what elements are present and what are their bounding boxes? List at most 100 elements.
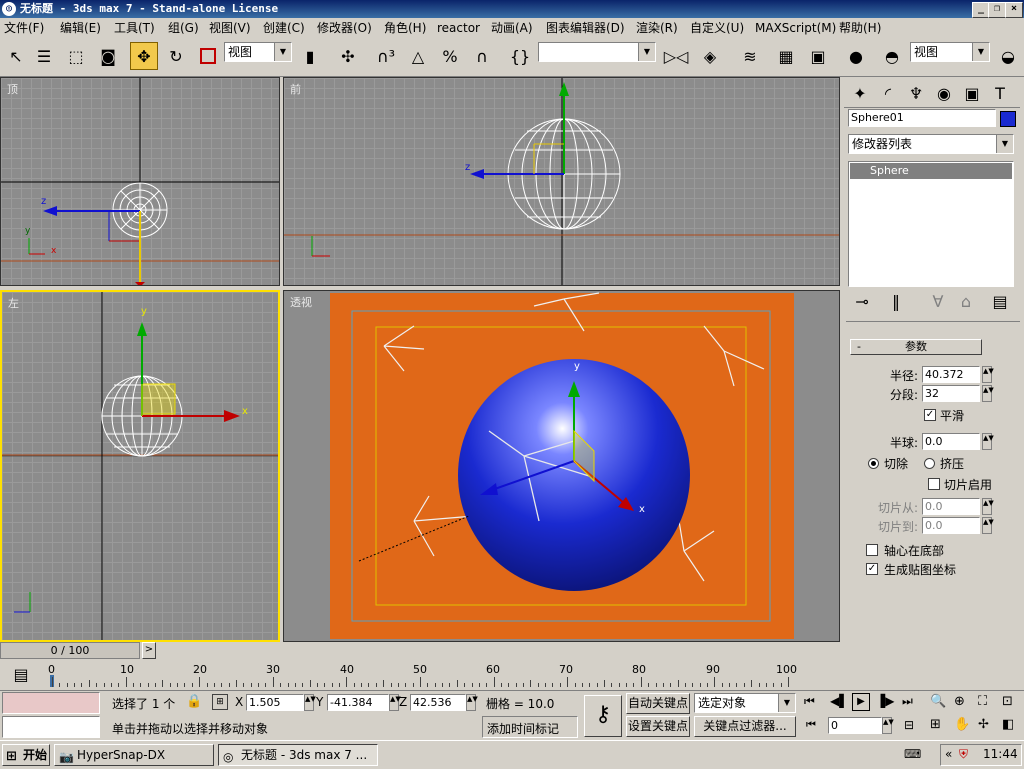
slice-from-input[interactable]: 0.0 <box>922 498 980 515</box>
quick-render-icon[interactable]: ◒ <box>994 42 1022 70</box>
menu-views[interactable]: 视图(V) <box>209 20 251 36</box>
material-editor-icon[interactable]: ● <box>842 42 870 70</box>
viewport-left[interactable]: 左 y x <box>0 290 280 642</box>
menu-customize[interactable]: 自定义(U) <box>690 20 744 36</box>
menu-reactor[interactable]: reactor <box>437 20 480 36</box>
next-frame-button[interactable]: > <box>142 642 156 659</box>
y-coordinate-input[interactable]: -41.384 <box>327 694 389 711</box>
radius-spinner[interactable]: ▲▼ <box>982 366 994 383</box>
next-key-icon[interactable]: ▐▶ <box>876 694 894 708</box>
select-manipulate-icon[interactable]: ✣ <box>334 42 362 70</box>
modify-tab-icon[interactable]: ◜ <box>874 79 902 107</box>
gen-map-coords-checkbox[interactable]: ✓ <box>866 563 878 575</box>
lock-selection-icon[interactable]: 🔒 <box>186 694 202 709</box>
viewport-label[interactable]: 前 <box>290 81 301 97</box>
absolute-mode-icon[interactable]: ⊞ <box>212 694 228 710</box>
hemisphere-input[interactable]: 0.0 <box>922 433 980 450</box>
menu-help[interactable]: 帮助(H) <box>839 20 881 36</box>
named-selection-dropdown[interactable]: ▼ <box>538 42 656 62</box>
select-scale-icon[interactable] <box>194 42 222 70</box>
percent-snap-icon[interactable]: % <box>436 42 464 70</box>
smooth-checkbox[interactable]: ✓ <box>924 409 936 421</box>
select-move-icon[interactable]: ✥ <box>130 42 158 70</box>
frame-spinner[interactable]: ▲▼ <box>882 717 894 734</box>
render-scene-icon[interactable]: ◓ <box>878 42 906 70</box>
create-tab-icon[interactable]: ✦ <box>846 79 874 107</box>
auto-key-button[interactable]: 自动关键点 <box>626 693 690 714</box>
goto-end-icon[interactable]: ⏭ <box>902 694 913 709</box>
utilities-tab-icon[interactable]: T <box>986 79 1014 107</box>
security-shield-icon[interactable]: ⛨ <box>959 747 968 762</box>
slice-to-spinner[interactable]: ▲▼ <box>982 517 994 534</box>
key-selection-dropdown[interactable]: 选定对象 ▼ <box>694 693 796 713</box>
menu-graph-editors[interactable]: 图表编辑器(D) <box>546 20 625 36</box>
edit-named-selection-icon[interactable]: {} <box>506 42 534 70</box>
render-view-dropdown[interactable]: 视图 ▼ <box>910 42 990 62</box>
motion-tab-icon[interactable]: ◉ <box>930 79 958 107</box>
maximize-button[interactable]: ❐ <box>988 2 1006 18</box>
segments-spinner[interactable]: ▲▼ <box>982 385 994 402</box>
menu-file[interactable]: 文件(F) <box>4 20 44 36</box>
viewport-label[interactable]: 左 <box>8 295 19 311</box>
curve-editor-icon[interactable]: ▦ <box>772 42 800 70</box>
y-spinner[interactable]: ▲▼ <box>389 694 401 711</box>
keyboard-icon[interactable]: ⌨ <box>904 747 921 761</box>
stack-item-sphere[interactable]: Sphere <box>850 163 1012 179</box>
menu-group[interactable]: 组(G) <box>168 20 199 36</box>
window-crossing-icon[interactable]: ◙ <box>94 42 122 70</box>
task-hypersnap[interactable]: 📷 HyperSnap-DX <box>54 744 214 766</box>
x-spinner[interactable]: ▲▼ <box>304 694 316 711</box>
snap-3d-icon[interactable]: ∩³ <box>372 42 400 70</box>
max-viewport-toggle-icon[interactable]: ◧ <box>1002 717 1014 732</box>
set-key-button[interactable]: 设置关键点 <box>626 716 690 737</box>
configure-sets-icon[interactable]: ▤ <box>986 291 1014 311</box>
viewport-top[interactable]: 顶 z x y <box>0 77 280 286</box>
slice-on-checkbox[interactable] <box>928 478 940 490</box>
arc-rotate-icon[interactable]: ✢ <box>978 717 989 732</box>
segments-input[interactable]: 32 <box>922 385 980 402</box>
menu-edit[interactable]: 编辑(E) <box>60 20 101 36</box>
region-zoom-icon[interactable]: ⊞ <box>930 717 941 732</box>
base-pivot-checkbox[interactable] <box>866 544 878 556</box>
maxscript-listener-mini[interactable] <box>2 692 100 714</box>
rect-selection-icon[interactable]: ⬚ <box>62 42 90 70</box>
hemisphere-spinner[interactable]: ▲▼ <box>982 433 994 450</box>
chop-radio[interactable] <box>868 458 879 469</box>
pin-stack-icon[interactable]: ⊸ <box>848 291 876 311</box>
select-by-name-icon[interactable]: ☰ <box>30 42 58 70</box>
key-mode-toggle-icon[interactable]: ⏮ <box>806 718 816 732</box>
viewport-front[interactable]: 前 z <box>283 77 840 286</box>
add-time-tag-field[interactable]: 添加时间标记 <box>482 716 578 738</box>
slice-from-spinner[interactable]: ▲▼ <box>982 498 994 515</box>
track-bar[interactable]: ▤ 0 10 20 30 40 50 60 70 80 90 100 <box>0 661 842 689</box>
menu-character[interactable]: 角色(H) <box>384 20 426 36</box>
align-icon[interactable]: ◈ <box>696 42 724 70</box>
parameters-rollout-header[interactable]: - 参数 <box>850 339 982 355</box>
object-name-field[interactable]: Sphere01 <box>848 109 996 127</box>
display-tab-icon[interactable]: ▣ <box>958 79 986 107</box>
slice-to-input[interactable]: 0.0 <box>922 517 980 534</box>
mirror-icon[interactable]: ▷◁ <box>662 42 690 70</box>
zoom-icon[interactable]: 🔍 <box>930 694 946 709</box>
goto-start-icon[interactable]: ⏮ <box>804 694 815 709</box>
start-button[interactable]: ⊞ 开始 <box>2 744 50 766</box>
viewport-label[interactable]: 透视 <box>290 294 312 310</box>
task-3dsmax[interactable]: ◎ 无标题 - 3ds max 7 ... <box>218 744 378 766</box>
spinner-snap-icon[interactable]: ∩ <box>468 42 496 70</box>
select-arrow-icon[interactable]: ↖ <box>2 42 30 70</box>
zoom-all-icon[interactable]: ⊕ <box>954 694 965 709</box>
set-key-mode-icon[interactable]: ⚷ <box>584 695 622 737</box>
z-coordinate-input[interactable]: 42.536 <box>410 694 466 711</box>
tray-expand-button[interactable]: « <box>945 747 952 761</box>
squash-radio[interactable] <box>924 458 935 469</box>
menu-modifiers[interactable]: 修改器(O) <box>317 20 372 36</box>
viewport-label[interactable]: 顶 <box>7 81 18 97</box>
play-icon[interactable]: ▶ <box>852 693 870 711</box>
menu-tools[interactable]: 工具(T) <box>114 20 155 36</box>
curve-editor-mini-icon[interactable]: ▤ <box>6 663 36 685</box>
time-config-icon[interactable]: ⊟ <box>904 718 914 732</box>
x-coordinate-input[interactable]: 1.505 <box>246 694 304 711</box>
viewport-perspective[interactable]: 透视 y x <box>283 290 840 642</box>
zoom-extents-all-icon[interactable]: ⊡ <box>1002 694 1013 709</box>
modifier-list-dropdown[interactable]: 修改器列表 ▼ <box>848 134 1014 154</box>
